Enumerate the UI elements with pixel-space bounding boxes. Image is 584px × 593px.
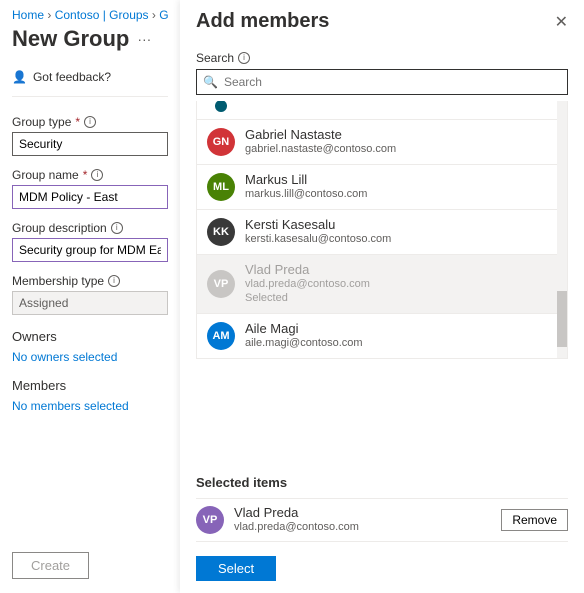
info-icon[interactable]: i xyxy=(111,222,123,234)
selected-tag: Selected xyxy=(245,292,370,306)
add-members-panel: Add members ✕ Search i 🔍 GN Gabriel Nast… xyxy=(180,0,584,593)
selected-items-title: Selected items xyxy=(196,475,568,490)
breadcrumb-last[interactable]: G xyxy=(159,8,168,22)
feedback-icon: 👤 xyxy=(12,70,27,84)
search-icon: 🔍 xyxy=(203,75,218,89)
results-list: GN Gabriel Nastaste gabriel.nastaste@con… xyxy=(196,101,568,359)
members-link[interactable]: No members selected xyxy=(12,399,168,413)
avatar: VP xyxy=(196,506,224,534)
selected-row: VP Vlad Preda vlad.preda@contoso.com Rem… xyxy=(196,498,568,542)
avatar: KK xyxy=(207,218,235,246)
remove-button[interactable]: Remove xyxy=(501,509,568,531)
membership-type-field[interactable] xyxy=(12,291,168,315)
person-name: Aile Magi xyxy=(245,321,363,337)
group-type-field[interactable] xyxy=(12,132,168,156)
person-email: vlad.preda@contoso.com xyxy=(245,278,370,292)
breadcrumb-groups[interactable]: Contoso | Groups xyxy=(55,8,149,22)
owners-link[interactable]: No owners selected xyxy=(12,350,168,364)
group-desc-field[interactable] xyxy=(12,238,168,262)
page-title: New Group xyxy=(12,26,129,52)
info-icon[interactable]: i xyxy=(84,116,96,128)
search-box[interactable]: 🔍 xyxy=(196,69,568,95)
person-email: markus.lill@contoso.com xyxy=(245,188,367,202)
result-row[interactable]: VP Vlad Preda vlad.preda@contoso.comSele… xyxy=(197,254,567,313)
more-menu-button[interactable]: ··· xyxy=(137,31,151,47)
person-email: kersti.kasesalu@contoso.com xyxy=(245,233,391,247)
avatar xyxy=(215,101,227,112)
feedback-link[interactable]: 👤 Got feedback? xyxy=(12,70,168,97)
scrollbar-thumb[interactable] xyxy=(557,291,567,347)
person-email: gabriel.nastaste@contoso.com xyxy=(245,143,396,157)
members-label: Members xyxy=(12,378,168,393)
breadcrumb: Home › Contoso | Groups › G xyxy=(12,8,168,22)
person-name: Vlad Preda xyxy=(234,505,359,521)
person-email: vlad.preda@contoso.com xyxy=(234,521,359,535)
result-row[interactable]: ML Markus Lill markus.lill@contoso.com xyxy=(197,164,567,209)
person-name: Vlad Preda xyxy=(245,262,370,278)
membership-type-label: Membership type xyxy=(12,274,104,288)
result-row[interactable] xyxy=(197,101,567,119)
scrollbar-track[interactable] xyxy=(557,101,567,358)
feedback-label: Got feedback? xyxy=(33,70,111,84)
search-input[interactable] xyxy=(224,75,561,89)
avatar: GN xyxy=(207,128,235,156)
person-name: Kersti Kasesalu xyxy=(245,217,391,233)
owners-label: Owners xyxy=(12,329,168,344)
group-name-label: Group name xyxy=(12,168,79,182)
search-label: Search xyxy=(196,51,234,65)
info-icon[interactable]: i xyxy=(238,52,250,64)
avatar: AM xyxy=(207,322,235,350)
select-button[interactable]: Select xyxy=(196,556,276,581)
panel-title: Add members xyxy=(196,10,329,33)
result-row[interactable]: AM Aile Magi aile.magi@contoso.com xyxy=(197,313,567,358)
avatar: VP xyxy=(207,270,235,298)
breadcrumb-home[interactable]: Home xyxy=(12,8,44,22)
group-type-label: Group type xyxy=(12,115,71,129)
group-desc-label: Group description xyxy=(12,221,107,235)
person-name: Gabriel Nastaste xyxy=(245,127,396,143)
group-name-field[interactable] xyxy=(12,185,168,209)
result-row[interactable]: GN Gabriel Nastaste gabriel.nastaste@con… xyxy=(197,119,567,164)
create-button[interactable]: Create xyxy=(12,552,89,579)
left-panel: Home › Contoso | Groups › G New Group ··… xyxy=(0,0,180,593)
person-name: Markus Lill xyxy=(245,172,367,188)
selected-items-list: VP Vlad Preda vlad.preda@contoso.com Rem… xyxy=(196,498,568,542)
close-icon[interactable]: ✕ xyxy=(555,12,568,32)
avatar: ML xyxy=(207,173,235,201)
info-icon[interactable]: i xyxy=(108,275,120,287)
person-email: aile.magi@contoso.com xyxy=(245,337,363,351)
result-row[interactable]: KK Kersti Kasesalu kersti.kasesalu@conto… xyxy=(197,209,567,254)
info-icon[interactable]: i xyxy=(91,169,103,181)
